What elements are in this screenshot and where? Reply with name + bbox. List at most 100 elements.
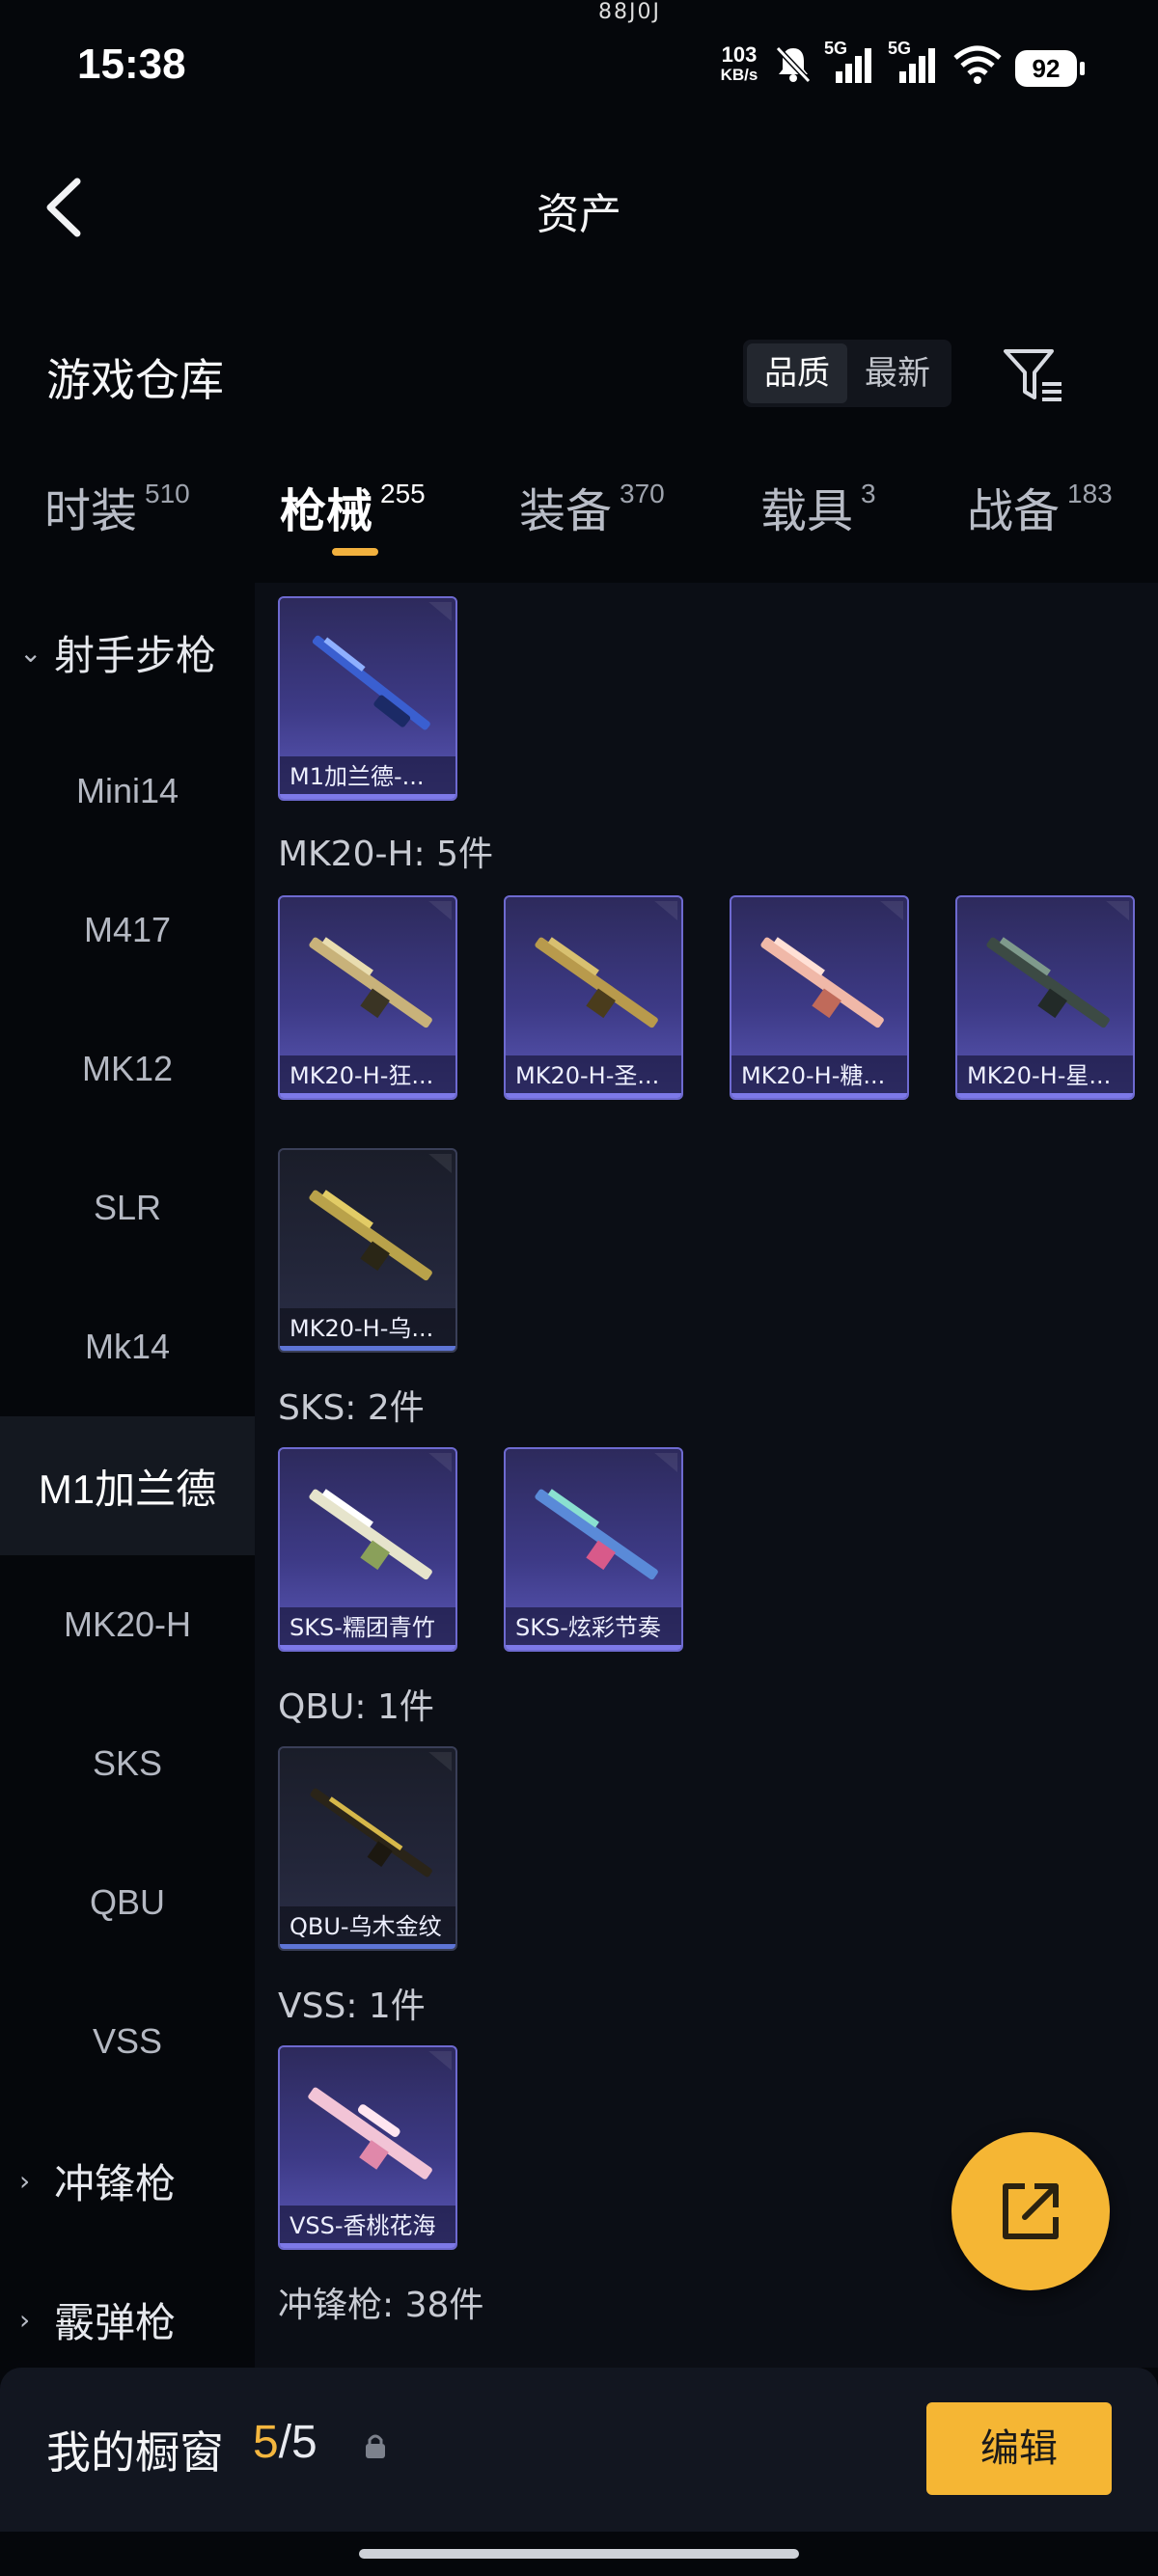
card-rarity-bar: [280, 1093, 455, 1098]
edit-button[interactable]: 编辑: [926, 2402, 1112, 2495]
group-label-vss: VSS: 1件: [278, 1987, 426, 2026]
sort-newest-option[interactable]: 最新: [847, 343, 948, 403]
card-rarity-bar: [957, 1093, 1133, 1098]
warehouse-title: 游戏仓库: [46, 354, 224, 406]
rifle-icon: [308, 2087, 432, 2179]
lock-icon: [366, 2434, 385, 2458]
card-rarity-bar: [280, 794, 455, 799]
page-title: 资产: [537, 190, 621, 239]
sidebar-item-m1-garand[interactable]: M1加兰德: [0, 1416, 255, 1555]
sidebar-group-label: 射手步枪: [54, 631, 217, 679]
sidebar-item-qbu[interactable]: QBU: [0, 1833, 255, 1972]
sort-quality-option[interactable]: 品质: [747, 343, 847, 403]
net-speed-unit: KB/s: [720, 66, 758, 84]
tab-combat-supplies[interactable]: 战备 183: [967, 473, 1113, 540]
sidebar-group-label: 冲锋枪: [54, 2159, 177, 2207]
tab-label: 枪械: [280, 484, 373, 538]
card-name: MK20-H-星...: [957, 1055, 1133, 1098]
sidebar-item-mk12[interactable]: MK12: [0, 1000, 255, 1138]
card-name: SKS-炫彩节奏: [506, 1607, 681, 1650]
sidebar-item-mk14[interactable]: Mk14: [0, 1277, 255, 1416]
rifle-icon: [535, 1489, 658, 1580]
card-rarity-bar: [280, 1346, 455, 1351]
tab-count: 3: [861, 479, 876, 508]
battery-indicator: 92: [1015, 50, 1085, 87]
tab-count: 370: [620, 479, 665, 508]
tab-count: 183: [1067, 479, 1113, 508]
card-name: MK20-H-圣...: [506, 1055, 681, 1098]
tab-firearms[interactable]: 枪械 255: [280, 473, 426, 540]
group-label-smg: 冲锋枪: 38件: [278, 2286, 484, 2325]
filter-icon: [1004, 349, 1062, 401]
weapon-card[interactable]: VSS-香桃花海: [278, 2045, 457, 2250]
weapon-card[interactable]: SKS-炫彩节奏: [504, 1447, 683, 1652]
rifle-icon: [312, 635, 430, 730]
status-bar: 88J0J 15:38 103 KB/s 5G 5G 92: [0, 0, 1158, 135]
card-name: QBU-乌木金纹: [280, 1906, 455, 1949]
weapon-card[interactable]: MK20-H-圣...: [504, 895, 683, 1100]
tab-count: 255: [380, 479, 426, 508]
status-top-text: 88J0J: [598, 0, 661, 24]
tab-label: 战备: [967, 484, 1061, 538]
status-icons: 5G 5G: [772, 39, 1004, 85]
weapon-card[interactable]: MK20-H-星...: [955, 895, 1135, 1100]
card-rarity-bar: [506, 1093, 681, 1098]
group-label-mk20h: MK20-H: 5件: [278, 835, 494, 874]
weapon-card[interactable]: SKS-糯团青竹: [278, 1447, 457, 1652]
card-rarity-bar: [280, 2243, 455, 2248]
group-label-qbu: QBU: 1件: [278, 1687, 434, 1727]
sidebar-group-label: 霰弹枪: [54, 2298, 177, 2346]
sort-toggle: 品质 最新: [743, 340, 951, 407]
sidebar-group-smg[interactable]: › 冲锋枪: [0, 2111, 255, 2250]
net-speed-value: 103: [721, 42, 758, 67]
category-tabs: 时装 510 枪械 255 装备 370 载具 3 战备 183: [0, 473, 1158, 560]
rifle-icon: [986, 937, 1110, 1028]
chevron-right-icon: ›: [19, 2164, 31, 2197]
home-indicator[interactable]: [359, 2549, 799, 2559]
weapon-content: M1加兰德-... MK20-H: 5件 MK20-H-狂... MK20-H-…: [255, 583, 1158, 2368]
tab-vehicles[interactable]: 载具 3: [760, 473, 876, 540]
rifle-icon: [535, 937, 658, 1028]
card-rarity-bar: [280, 1944, 455, 1949]
showcase-total: /5: [278, 2417, 317, 2468]
tab-label: 装备: [519, 484, 613, 538]
sidebar-item-mini14[interactable]: Mini14: [0, 722, 255, 861]
weapon-card[interactable]: QBU-乌木金纹: [278, 1746, 457, 1951]
card-rarity-bar: [280, 1645, 455, 1650]
filter-button[interactable]: [1000, 343, 1069, 407]
sidebar-item-vss[interactable]: VSS: [0, 1972, 255, 2111]
card-name: M1加兰德-...: [280, 756, 455, 799]
rifle-icon: [310, 1788, 432, 1877]
tab-label: 时装: [44, 484, 138, 538]
tab-label: 载具: [760, 484, 854, 538]
sidebar-item-slr[interactable]: SLR: [0, 1138, 255, 1277]
signal-icon-1: 5G: [824, 39, 878, 85]
showcase-bar: 我的橱窗 5/5 编辑: [0, 2368, 1158, 2532]
weapon-card[interactable]: MK20-H-乌...: [278, 1148, 457, 1353]
card-name: MK20-H-狂...: [280, 1055, 455, 1098]
chevron-down-icon: ⌄: [19, 636, 42, 669]
share-button[interactable]: [951, 2132, 1110, 2290]
sidebar-item-m417[interactable]: M417: [0, 861, 255, 1000]
weapon-card[interactable]: MK20-H-狂...: [278, 895, 457, 1100]
card-rarity-bar: [731, 1093, 907, 1098]
weapon-sidebar: ⌄ 射手步枪 Mini14 M417 MK12 SLR Mk14 M1加兰德 M…: [0, 583, 255, 2368]
bell-off-icon: [775, 45, 812, 84]
card-name: VSS-香桃花海: [280, 2206, 455, 2248]
card-name: MK20-H-乌...: [280, 1308, 455, 1351]
group-label-sks: SKS: 2件: [278, 1388, 425, 1428]
rifle-icon: [309, 1489, 432, 1580]
wifi-icon: [953, 45, 1002, 84]
weapon-card[interactable]: MK20-H-糖...: [730, 895, 909, 1100]
tab-equipment[interactable]: 装备 370: [519, 473, 665, 540]
sidebar-item-mk20h[interactable]: MK20-H: [0, 1555, 255, 1694]
showcase-count: 5/5: [253, 2416, 317, 2469]
weapon-card[interactable]: M1加兰德-...: [278, 596, 457, 801]
rifle-icon: [760, 937, 884, 1028]
sidebar-group-dmr[interactable]: ⌄ 射手步枪: [0, 583, 255, 722]
card-rarity-bar: [506, 1645, 681, 1650]
tab-fashion[interactable]: 时装 510: [44, 473, 190, 540]
showcase-label: 我的橱窗: [46, 2426, 224, 2479]
share-external-icon: [1003, 2183, 1059, 2239]
sidebar-item-sks[interactable]: SKS: [0, 1694, 255, 1833]
